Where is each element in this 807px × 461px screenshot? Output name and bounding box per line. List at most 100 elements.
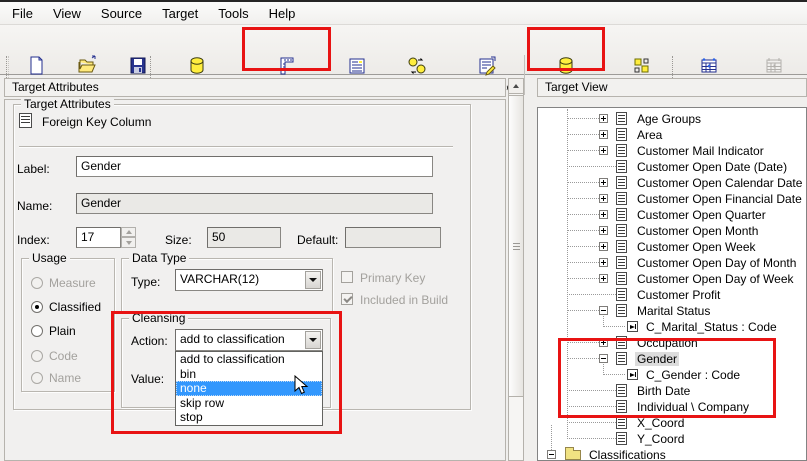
tree-item-label[interactable]: C_Gender : Code — [644, 368, 742, 382]
build-all-icon — [698, 55, 720, 77]
tree-item[interactable]: Customer Open Month — [538, 223, 806, 239]
collapse-minus-icon[interactable] — [599, 354, 608, 363]
tree-item[interactable]: Customer Open Financial Date — [538, 191, 806, 207]
attribute-icon — [616, 416, 627, 429]
tree-item[interactable]: Age Groups — [538, 111, 806, 127]
included-in-build-checkbox — [341, 293, 353, 305]
tree-item-label[interactable]: Customer Open Quarter — [635, 208, 768, 222]
label-input[interactable]: Gender — [76, 156, 433, 177]
expand-plus-icon[interactable] — [599, 178, 608, 187]
tree-item[interactable]: Classifications — [538, 447, 806, 461]
attribute-icon — [616, 224, 627, 237]
attribute-icon — [616, 144, 627, 157]
expand-plus-icon[interactable] — [599, 114, 608, 123]
tree-item-label[interactable]: Birth Date — [635, 384, 692, 398]
tree-item[interactable]: X_Coord — [538, 415, 806, 431]
tree-item[interactable]: Customer Open Calendar Date — [538, 175, 806, 191]
left-panel-title: Target Attributes — [12, 80, 99, 94]
toolbar-separator — [524, 55, 525, 95]
tree-item[interactable]: Birth Date — [538, 383, 806, 399]
radio-plain[interactable] — [31, 325, 43, 337]
spinner-up-icon — [121, 227, 136, 237]
dropdown-option[interactable]: stop — [176, 410, 322, 425]
tree-item-label[interactable]: Marital Status — [635, 304, 712, 318]
tree-item-label[interactable]: Customer Profit — [635, 288, 722, 302]
action-field-caption: Action: — [131, 334, 168, 348]
tree-item-label[interactable]: C_Marital_Status : Code — [644, 320, 779, 334]
dropdown-option[interactable]: skip row — [176, 396, 322, 411]
menu-tools[interactable]: Tools — [208, 3, 258, 24]
index-input[interactable]: 17 — [76, 227, 121, 248]
tree-item[interactable]: Gender — [538, 351, 806, 367]
scrollbar-thumb[interactable] — [508, 95, 524, 397]
data-type-group-title: Data Type — [129, 252, 189, 264]
menu-help[interactable]: Help — [259, 3, 306, 24]
tree-item-label[interactable]: Customer Open Week — [635, 240, 758, 254]
tree-item-label[interactable]: Age Groups — [635, 112, 703, 126]
expand-plus-icon[interactable] — [599, 338, 608, 347]
expand-plus-icon[interactable] — [599, 274, 608, 283]
tree-item[interactable]: C_Gender : Code — [538, 367, 806, 383]
tree-item-label[interactable]: Customer Open Date (Date) — [635, 160, 789, 174]
menu-target[interactable]: Target — [152, 3, 208, 24]
tree-item[interactable]: Customer Mail Indicator — [538, 143, 806, 159]
expand-plus-icon[interactable] — [599, 258, 608, 267]
tree-item-label[interactable]: Area — [635, 128, 664, 142]
attribute-icon — [616, 384, 627, 397]
attribute-icon — [616, 160, 627, 173]
expand-plus-icon[interactable] — [599, 226, 608, 235]
expand-plus-icon[interactable] — [599, 130, 608, 139]
code-arrow-icon — [627, 321, 638, 332]
radio-code — [31, 350, 43, 362]
type-combobox[interactable]: VARCHAR(12) — [175, 269, 323, 291]
action-combobox-value: add to classification — [180, 332, 285, 346]
cleansing-group-title: Cleansing — [129, 312, 188, 324]
attribute-icon — [616, 240, 627, 253]
radio-classified[interactable] — [31, 301, 43, 313]
tree-item-label[interactable]: Customer Open Day of Week — [635, 272, 796, 286]
menu-source[interactable]: Source — [91, 3, 152, 24]
tree-item[interactable]: Marital Status — [538, 303, 806, 319]
radio-measure — [31, 277, 43, 289]
expand-plus-icon[interactable] — [599, 146, 608, 155]
menu-file[interactable]: File — [2, 3, 43, 24]
chevron-down-icon[interactable] — [305, 271, 321, 289]
index-spinner — [121, 227, 136, 248]
tree-item-label[interactable]: Customer Open Calendar Date — [635, 176, 804, 190]
preferences-icon — [476, 55, 498, 77]
tree-item[interactable]: C_Marital_Status : Code — [538, 319, 806, 335]
expand-plus-icon[interactable] — [599, 242, 608, 251]
collapse-minus-icon[interactable] — [599, 306, 608, 315]
scrollbar-up-arrow-icon[interactable] — [508, 78, 524, 94]
tree-item[interactable]: Customer Open Week — [538, 239, 806, 255]
tree-item[interactable]: Individual \ Company — [538, 399, 806, 415]
tree-item[interactable]: Customer Open Day of Month — [538, 255, 806, 271]
tree-item-label[interactable]: Classifications — [587, 448, 668, 461]
tree-item-label-selected[interactable]: Gender — [635, 352, 679, 366]
chevron-down-icon[interactable] — [305, 331, 321, 349]
tree-item-label[interactable]: Customer Mail Indicator — [635, 144, 766, 158]
tree-item-label[interactable]: Individual \ Company — [635, 400, 751, 414]
expand-plus-icon[interactable] — [599, 210, 608, 219]
collapse-minus-icon[interactable] — [547, 450, 556, 459]
tree-item-label[interactable]: Customer Open Day of Month — [635, 256, 798, 270]
tree-item-label[interactable]: X_Coord — [635, 416, 686, 430]
tree-item-label[interactable]: Customer Open Financial Date — [635, 192, 804, 206]
tree-item[interactable]: Customer Profit — [538, 287, 806, 303]
tree-item[interactable]: Y_Coord — [538, 431, 806, 447]
tree-item-label[interactable]: Occupation — [635, 336, 700, 350]
tree-item[interactable]: Occupation — [538, 335, 806, 351]
tree-item[interactable]: Customer Open Quarter — [538, 207, 806, 223]
default-field-caption: Default: — [297, 233, 338, 247]
action-combobox[interactable]: add to classification — [175, 329, 323, 351]
tree-item[interactable]: Customer Open Date (Date) — [538, 159, 806, 175]
tree-item-label[interactable]: Y_Coord — [635, 432, 686, 446]
expand-plus-icon[interactable] — [599, 194, 608, 203]
menubar: File View Source Target Tools Help — [0, 2, 807, 25]
tree-item[interactable]: Area — [538, 127, 806, 143]
tree-item-label[interactable]: Customer Open Month — [635, 224, 760, 238]
radio-name — [31, 372, 43, 384]
dropdown-option[interactable]: add to classification — [176, 352, 322, 367]
menu-view[interactable]: View — [43, 3, 91, 24]
tree-item[interactable]: Customer Open Day of Week — [538, 271, 806, 287]
